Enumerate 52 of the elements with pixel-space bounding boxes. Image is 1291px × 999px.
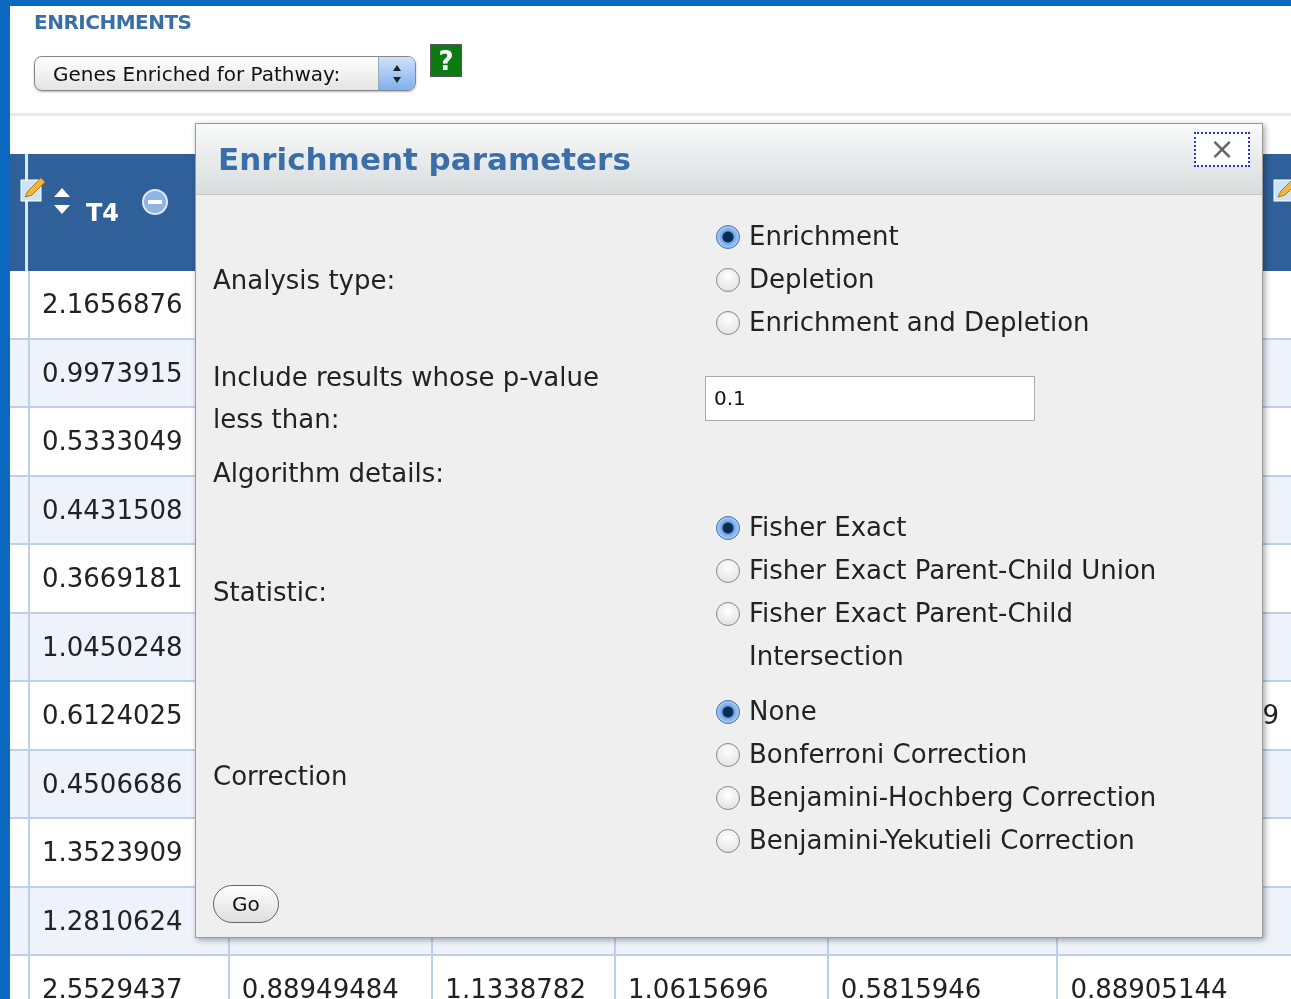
dialog-title: Enrichment parameters bbox=[218, 141, 632, 177]
view-select[interactable]: Genes Enriched for Pathway: bbox=[34, 56, 416, 91]
option-label[interactable]: Enrichment bbox=[749, 215, 899, 258]
table-cell: 1.1338782 bbox=[445, 974, 586, 999]
radio-button[interactable] bbox=[716, 225, 740, 249]
table-cell: 0.88905144 bbox=[1070, 974, 1228, 999]
close-button[interactable]: × bbox=[1194, 131, 1250, 167]
radio-button[interactable] bbox=[716, 743, 740, 767]
section-heading: Algorithm details: bbox=[213, 457, 445, 490]
option-label[interactable]: Depletion bbox=[749, 258, 875, 301]
table-cell: 9 bbox=[1262, 700, 1279, 731]
option-label[interactable]: Benjamini-Yekutieli Correction bbox=[749, 819, 1135, 862]
table-cell: 1.3523909 bbox=[41, 837, 183, 868]
edit-icon[interactable] bbox=[20, 177, 46, 203]
option-label[interactable]: None bbox=[749, 690, 817, 733]
radio-button[interactable] bbox=[716, 786, 740, 810]
help-icon[interactable]: ? bbox=[430, 44, 462, 77]
table-cell: 1.2810624 bbox=[41, 905, 183, 936]
table-cell: 0.6124025 bbox=[41, 700, 183, 731]
column-header[interactable]: T4 bbox=[86, 198, 120, 227]
table-cell: 0.5815946 bbox=[840, 974, 982, 999]
field-label: Correction bbox=[213, 760, 349, 793]
option-label[interactable]: Bonferroni Correction bbox=[749, 733, 1028, 776]
option-label[interactable]: Fisher Exact Parent-Child Intersection bbox=[749, 592, 1205, 678]
radio-button[interactable] bbox=[716, 311, 740, 335]
table-cell: 2.5529437 bbox=[41, 974, 183, 999]
field-label: Include results whose p-value less than: bbox=[213, 361, 600, 436]
field-label: Analysis type: bbox=[213, 263, 397, 297]
go-button[interactable]: Go bbox=[213, 885, 279, 923]
input-field[interactable]: 0.1 bbox=[705, 375, 1035, 421]
radio-button[interactable] bbox=[716, 516, 740, 540]
radio-button[interactable] bbox=[716, 829, 740, 853]
option-label[interactable]: Benjamini-Hochberg Correction bbox=[749, 776, 1157, 819]
option-label[interactable]: Enrichment and Depletion bbox=[749, 301, 1090, 344]
radio-button[interactable] bbox=[716, 559, 740, 583]
radio-button[interactable] bbox=[716, 700, 740, 724]
section-title: ENRICHMENTS bbox=[34, 10, 193, 34]
option-label[interactable]: Fisher Exact bbox=[749, 506, 907, 549]
radio-button[interactable] bbox=[716, 268, 740, 292]
table-cell: 0.3669181 bbox=[41, 563, 183, 594]
table-cell: 0.5333049 bbox=[41, 426, 183, 457]
table-cell: 0.4431508 bbox=[41, 494, 183, 525]
table-cell: 2.1656876 bbox=[41, 289, 183, 320]
table-cell: 0.88949484 bbox=[241, 974, 399, 999]
radio-button[interactable] bbox=[716, 602, 740, 626]
table-cell: 0.4506686 bbox=[41, 768, 183, 799]
option-label[interactable]: Fisher Exact Parent-Child Union bbox=[749, 549, 1157, 592]
table-cell: 1.0615696 bbox=[628, 974, 769, 999]
table-cell: 1.0450248 bbox=[41, 631, 183, 662]
table-cell: 0.9973915 bbox=[41, 357, 183, 388]
remove-icon[interactable] bbox=[141, 187, 170, 216]
field-label: Statistic: bbox=[213, 576, 329, 609]
